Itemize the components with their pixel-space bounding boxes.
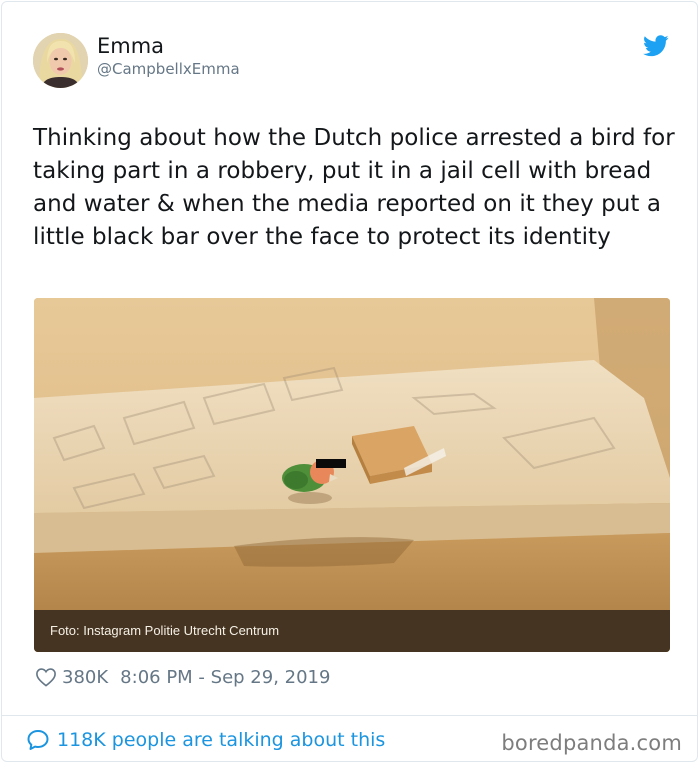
heart-icon[interactable] [35, 667, 57, 687]
conversation-link[interactable]: 118K people are talking about this [26, 728, 385, 752]
tweet-card: Emma @CampbellxEmma Thinking about how t… [1, 1, 698, 762]
speech-bubble-icon [27, 730, 49, 750]
tweet-photo[interactable]: Foto: Instagram Politie Utrecht Centrum [34, 298, 670, 652]
author-name[interactable]: Emma [97, 34, 164, 58]
author-handle[interactable]: @CampbellxEmma [97, 60, 240, 78]
tweet-text: Thinking about how the Dutch police arre… [33, 125, 675, 250]
tweet-timestamp[interactable]: 8:06 PM - Sep 29, 2019 [120, 667, 330, 688]
black-bar [316, 459, 346, 468]
jail-cell-photo [34, 298, 670, 652]
divider [2, 715, 697, 716]
tweet-stats: 380K 8:06 PM - Sep 29, 2019 [35, 666, 330, 688]
conversation-text: 118K people are talking about this [57, 729, 386, 751]
photo-caption-bar: Foto: Instagram Politie Utrecht Centrum [34, 610, 670, 652]
watermark-logo: boredpanda.com [501, 731, 682, 755]
like-count[interactable]: 380K [62, 667, 108, 688]
twitter-bird-icon[interactable] [643, 35, 669, 57]
avatar[interactable] [33, 33, 88, 88]
photo-caption: Foto: Instagram Politie Utrecht Centrum [50, 623, 280, 638]
